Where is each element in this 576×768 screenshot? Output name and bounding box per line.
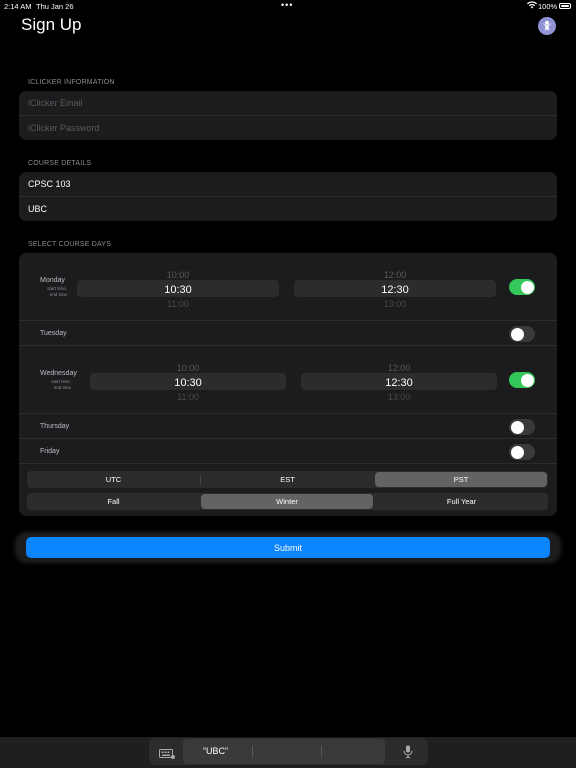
days-section-label: SELECT COURSE DAYS (28, 241, 112, 248)
logo-avatar-icon[interactable] (538, 17, 556, 35)
day-label: Wednesday (40, 370, 77, 377)
school-field[interactable]: UBC (19, 197, 557, 222)
day-label: Monday (40, 277, 65, 284)
end-time-value: 12:30 (381, 284, 409, 296)
timezone-option-est[interactable]: EST (201, 471, 374, 488)
day-label: Thursday (40, 423, 70, 430)
term-option-winter[interactable]: Winter (201, 494, 373, 509)
term-option-fall[interactable]: Fall (27, 493, 200, 510)
term-segmented-control: Fall Winter Full Year (27, 493, 548, 510)
suggestion-item[interactable]: “UBC” (203, 746, 228, 756)
course-value: CPSC 103 (28, 179, 71, 189)
email-placeholder: iClicker Email (28, 98, 83, 108)
status-time: 2:14 AM (4, 2, 32, 11)
end-time-value: 12:30 (385, 377, 413, 389)
battery-icon (559, 3, 571, 9)
day-label: Friday (40, 448, 60, 455)
day-row-thursday: Thursday (19, 414, 557, 439)
day-row-tuesday: Tuesday (19, 321, 557, 346)
day-row-friday: Friday (19, 439, 557, 464)
day-label: Tuesday (40, 330, 67, 337)
monday-toggle[interactable] (509, 279, 535, 295)
predictive-suggestions: “UBC” (183, 739, 385, 764)
wifi-icon (527, 1, 537, 11)
wednesday-toggle[interactable] (509, 372, 535, 388)
end-time-picker[interactable]: 12:00 12:30 13:00 (294, 264, 496, 310)
password-placeholder: iClicker Password (28, 122, 100, 133)
email-field[interactable]: iClicker Email (19, 91, 557, 116)
page-title: Sign Up (21, 15, 82, 34)
day-sublabel: start time, end time (47, 286, 67, 297)
school-value: UBC (28, 203, 48, 214)
course-section-label: COURSE DETAILS (28, 160, 92, 167)
iclicker-section-label: ICLICKER INFORMATION (28, 79, 115, 86)
course-days-group: Monday start time, end time 10:00 10:30 1… (19, 253, 557, 516)
term-option-full-year[interactable]: Full Year (375, 493, 548, 510)
start-time-picker[interactable]: 10:00 10:30 11:00 (90, 357, 286, 403)
timezone-option-utc[interactable]: UTC (27, 471, 200, 488)
submit-container: Submit (18, 535, 558, 560)
keyboard-assistant: “UBC” (149, 738, 428, 765)
end-time-picker[interactable]: 12:00 12:30 13:00 (301, 357, 497, 403)
iclicker-group: iClicker Email iClicker Password (19, 91, 557, 140)
course-field[interactable]: CPSC 103 (19, 172, 557, 197)
tuesday-toggle[interactable] (509, 326, 535, 342)
thursday-toggle[interactable] (509, 419, 535, 435)
start-time-value: 10:30 (174, 377, 202, 389)
keyboard-icon[interactable] (159, 746, 175, 759)
start-time-picker[interactable]: 10:00 10:30 11:00 (77, 264, 279, 310)
status-date: Thu Jan 26 (36, 2, 74, 11)
timezone-option-pst[interactable]: PST (375, 472, 547, 487)
day-row-wednesday: Wednesday start time, end time 10:00 10:3… (19, 346, 557, 414)
microphone-icon[interactable] (403, 745, 413, 758)
course-group: CPSC 103 UBC (19, 172, 557, 221)
status-bar: 2:14 AM Thu Jan 26 ••• 100% (0, 0, 576, 12)
day-sublabel: start time, end time (51, 379, 71, 390)
friday-toggle[interactable] (509, 444, 535, 460)
password-field[interactable]: iClicker Password (19, 116, 557, 141)
battery-percent: 100% (538, 2, 558, 11)
timezone-segmented-control: UTC EST PST (27, 471, 548, 488)
submit-button[interactable]: Submit (26, 537, 550, 558)
multitasking-dots[interactable]: ••• (281, 0, 293, 10)
day-row-monday: Monday start time, end time 10:00 10:30 1… (19, 253, 557, 321)
start-time-value: 10:30 (164, 284, 192, 296)
